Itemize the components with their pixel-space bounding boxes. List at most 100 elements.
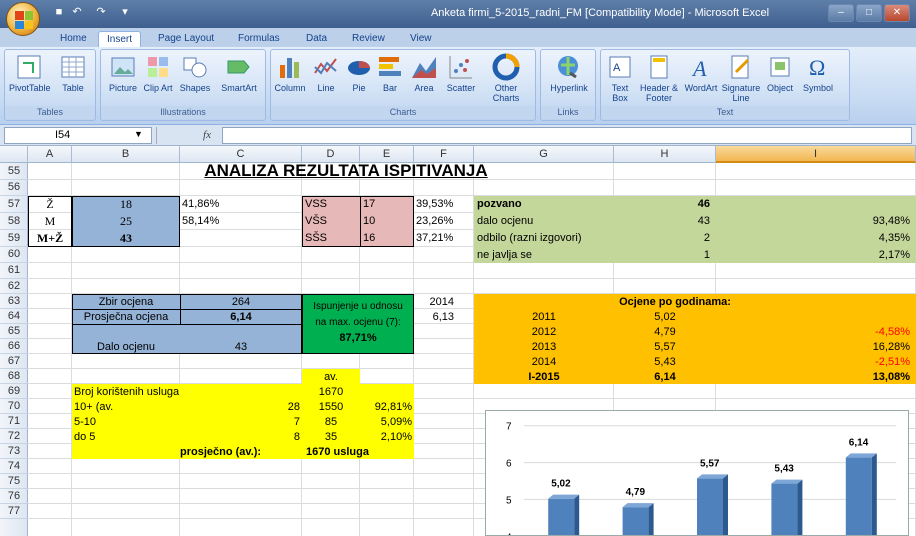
hyperlink-button[interactable]: Hyperlink [543, 53, 595, 93]
row-header[interactable]: 57 [0, 196, 28, 213]
row-header[interactable]: 75 [0, 474, 28, 489]
row-header[interactable]: 72 [0, 429, 28, 444]
year-2014-label: 2014 [429, 296, 454, 308]
chart-bar [697, 478, 723, 535]
column-chart-button[interactable]: Column [273, 53, 307, 93]
tab-home[interactable]: Home [52, 31, 95, 48]
row-header[interactable]: 70 [0, 399, 28, 414]
tab-review[interactable]: Review [344, 31, 393, 48]
col-header-d[interactable]: D [302, 146, 360, 163]
symbol-icon: Ω [809, 55, 825, 80]
row-header[interactable]: 58 [0, 213, 28, 230]
group-label-text: Text [601, 106, 849, 119]
row-header[interactable]: 56 [0, 180, 28, 196]
chart-y-tick: 5 [506, 495, 512, 506]
col-header-b[interactable]: B [72, 146, 180, 163]
col-header-a[interactable]: A [28, 146, 72, 163]
tab-page-layout[interactable]: Page Layout [150, 31, 222, 48]
row-header[interactable]: 64 [0, 309, 28, 324]
gender-count: 18 [120, 197, 132, 211]
maximize-button[interactable]: □ [856, 4, 882, 22]
col-header-g[interactable]: G [474, 146, 614, 163]
yearly-score: 5,57 [654, 341, 676, 353]
bar-chart-button[interactable]: Bar [375, 53, 405, 93]
col-header-f[interactable]: F [414, 146, 474, 163]
redo-icon[interactable]: ↷ [94, 5, 108, 19]
scatter-chart-button[interactable]: Scatter [441, 53, 481, 93]
insert-function-button[interactable]: fx [196, 127, 218, 144]
row-header[interactable]: 61 [0, 263, 28, 279]
picture-icon [111, 57, 135, 77]
row-header[interactable]: 76 [0, 489, 28, 504]
close-button[interactable]: ✕ [884, 4, 910, 22]
col-header-h[interactable]: H [614, 146, 716, 163]
row-header[interactable]: 71 [0, 414, 28, 429]
wordart-button[interactable]: A WordArt [683, 53, 719, 93]
chart-bar [771, 483, 798, 535]
row-header[interactable]: 66 [0, 339, 28, 354]
group-links: Hyperlink Links [540, 49, 596, 121]
signature-line-button[interactable]: Signature Line [721, 53, 761, 103]
row-header[interactable]: 55 [0, 163, 28, 180]
line-chart-button[interactable]: Line [311, 53, 341, 93]
minimize-button[interactable]: – [828, 4, 854, 22]
col-header-i[interactable]: I [716, 146, 916, 163]
chart-bar [845, 457, 872, 535]
education-label: VŠS [305, 215, 328, 227]
smartart-button[interactable]: SmartArt [217, 53, 261, 93]
chart-bar-top [697, 474, 728, 479]
gender-pct: 58,14% [182, 215, 220, 227]
formula-input[interactable] [222, 127, 912, 144]
usage-row-uses: 35 [324, 431, 338, 443]
col-header-e[interactable]: E [360, 146, 414, 163]
col-header-c[interactable]: C [180, 146, 302, 163]
yearly-score: 5,02 [654, 311, 676, 323]
office-button[interactable] [6, 2, 40, 36]
textbox-button[interactable]: A Text Box [603, 53, 637, 103]
tab-data[interactable]: Data [298, 31, 335, 48]
sum-value: 264 [231, 296, 251, 308]
pie-chart-button[interactable]: Pie [345, 53, 373, 93]
chart-y-tick: 4 [506, 532, 512, 536]
name-box[interactable]: I54 [4, 127, 152, 144]
chart-bar-side [723, 474, 728, 535]
customize-qat-icon[interactable]: ▾ [118, 5, 132, 19]
chart-bar-top [771, 479, 803, 484]
row-header[interactable]: 67 [0, 354, 28, 369]
shapes-button[interactable]: Shapes [177, 53, 213, 93]
survey-count: 2 [703, 232, 710, 244]
header-footer-button[interactable]: Header & Footer [639, 53, 679, 103]
object-button[interactable]: Object [763, 53, 797, 93]
select-all-button[interactable] [0, 146, 28, 163]
row-header[interactable]: 62 [0, 279, 28, 294]
row-header[interactable]: 77 [0, 504, 28, 519]
chart-plot-area: 7 6 5 4 5,02 4,79 5,57 5,43 6,14 [506, 422, 896, 536]
table-button[interactable]: Table [55, 53, 91, 93]
tab-formulas[interactable]: Formulas [230, 31, 288, 48]
undo-icon[interactable]: ↶ [70, 5, 84, 19]
row-header[interactable]: 59 [0, 230, 28, 247]
row-header[interactable]: 63 [0, 294, 28, 309]
row-header[interactable]: 69 [0, 384, 28, 399]
chart-data-label: 6,14 [849, 437, 869, 448]
yearly-scores-chart[interactable]: 7 6 5 4 5,02 4,79 5,57 5,43 6,14 [485, 410, 909, 536]
yearly-score: 5,43 [654, 356, 676, 368]
tab-view[interactable]: View [402, 31, 440, 48]
pivottable-button[interactable]: PivotTable [9, 53, 51, 93]
symbol-button[interactable]: Ω Symbol [799, 53, 837, 93]
row-header[interactable]: 68 [0, 369, 28, 384]
other-charts-button[interactable]: Other Charts [483, 53, 529, 103]
row-header[interactable]: 65 [0, 324, 28, 339]
name-box-dropdown-icon[interactable]: ▼ [134, 129, 143, 139]
row-header[interactable]: 73 [0, 444, 28, 459]
picture-button[interactable]: Picture [105, 53, 141, 93]
row-header[interactable]: 60 [0, 247, 28, 263]
row-header[interactable]: 74 [0, 459, 28, 474]
save-icon[interactable]: ■ [52, 5, 66, 19]
line-chart-icon [314, 58, 337, 75]
tab-insert[interactable]: Insert [98, 31, 142, 48]
area-chart-button[interactable]: Area [409, 53, 439, 93]
row-headers: 55 56 57 58 59 60 61 62 63 64 65 66 67 68 69 70 71 72 73 74… [0, 163, 28, 536]
clipart-button[interactable]: Clip Art [143, 53, 173, 93]
column-headers: A B C D E F G H I [0, 146, 916, 163]
